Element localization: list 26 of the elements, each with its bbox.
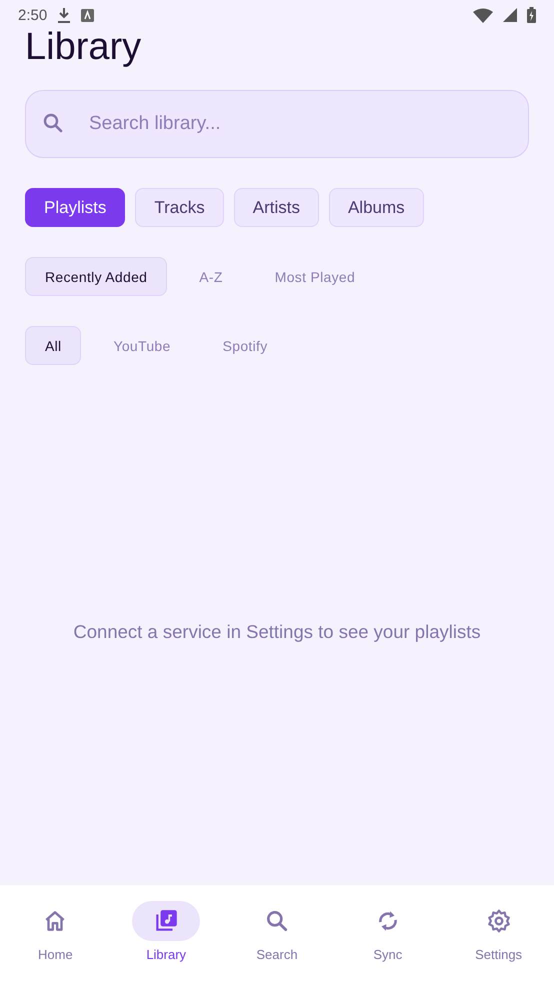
download-icon [57, 7, 72, 23]
sort-chip[interactable]: Recently Added [25, 257, 168, 296]
battery-icon [527, 7, 536, 23]
signal-icon [503, 8, 517, 22]
source-filter-chip[interactable]: YouTube [93, 326, 191, 365]
wifi-icon [473, 8, 493, 22]
category-tab[interactable]: Playlists [25, 188, 126, 227]
search-field[interactable]: Search library... [25, 90, 529, 158]
nav-item[interactable]: Library [116, 901, 216, 984]
nav-item[interactable]: Settings [448, 901, 549, 984]
search-icon [41, 111, 65, 135]
nav-item[interactable]: Search [226, 901, 327, 984]
app-notification-icon [81, 8, 94, 22]
nav-item[interactable]: Sync [338, 901, 438, 984]
page-title: Library [25, 30, 142, 70]
status-time: 2:50 [18, 6, 48, 24]
source-filter-chip[interactable]: All [25, 326, 82, 365]
sort-chip[interactable]: Most Played [254, 257, 376, 296]
sort-chip[interactable]: A-Z [179, 257, 243, 296]
settings-icon [486, 908, 512, 934]
category-tab[interactable]: Tracks [135, 188, 224, 227]
empty-state-message: Connect a service in Settings to see your playlists [73, 620, 481, 643]
category-tab[interactable]: Albums [328, 188, 424, 227]
nav-item[interactable]: Home [5, 901, 106, 984]
category-tab[interactable]: Artists [234, 188, 319, 227]
source-filter-chip[interactable]: Spotify [202, 326, 288, 365]
